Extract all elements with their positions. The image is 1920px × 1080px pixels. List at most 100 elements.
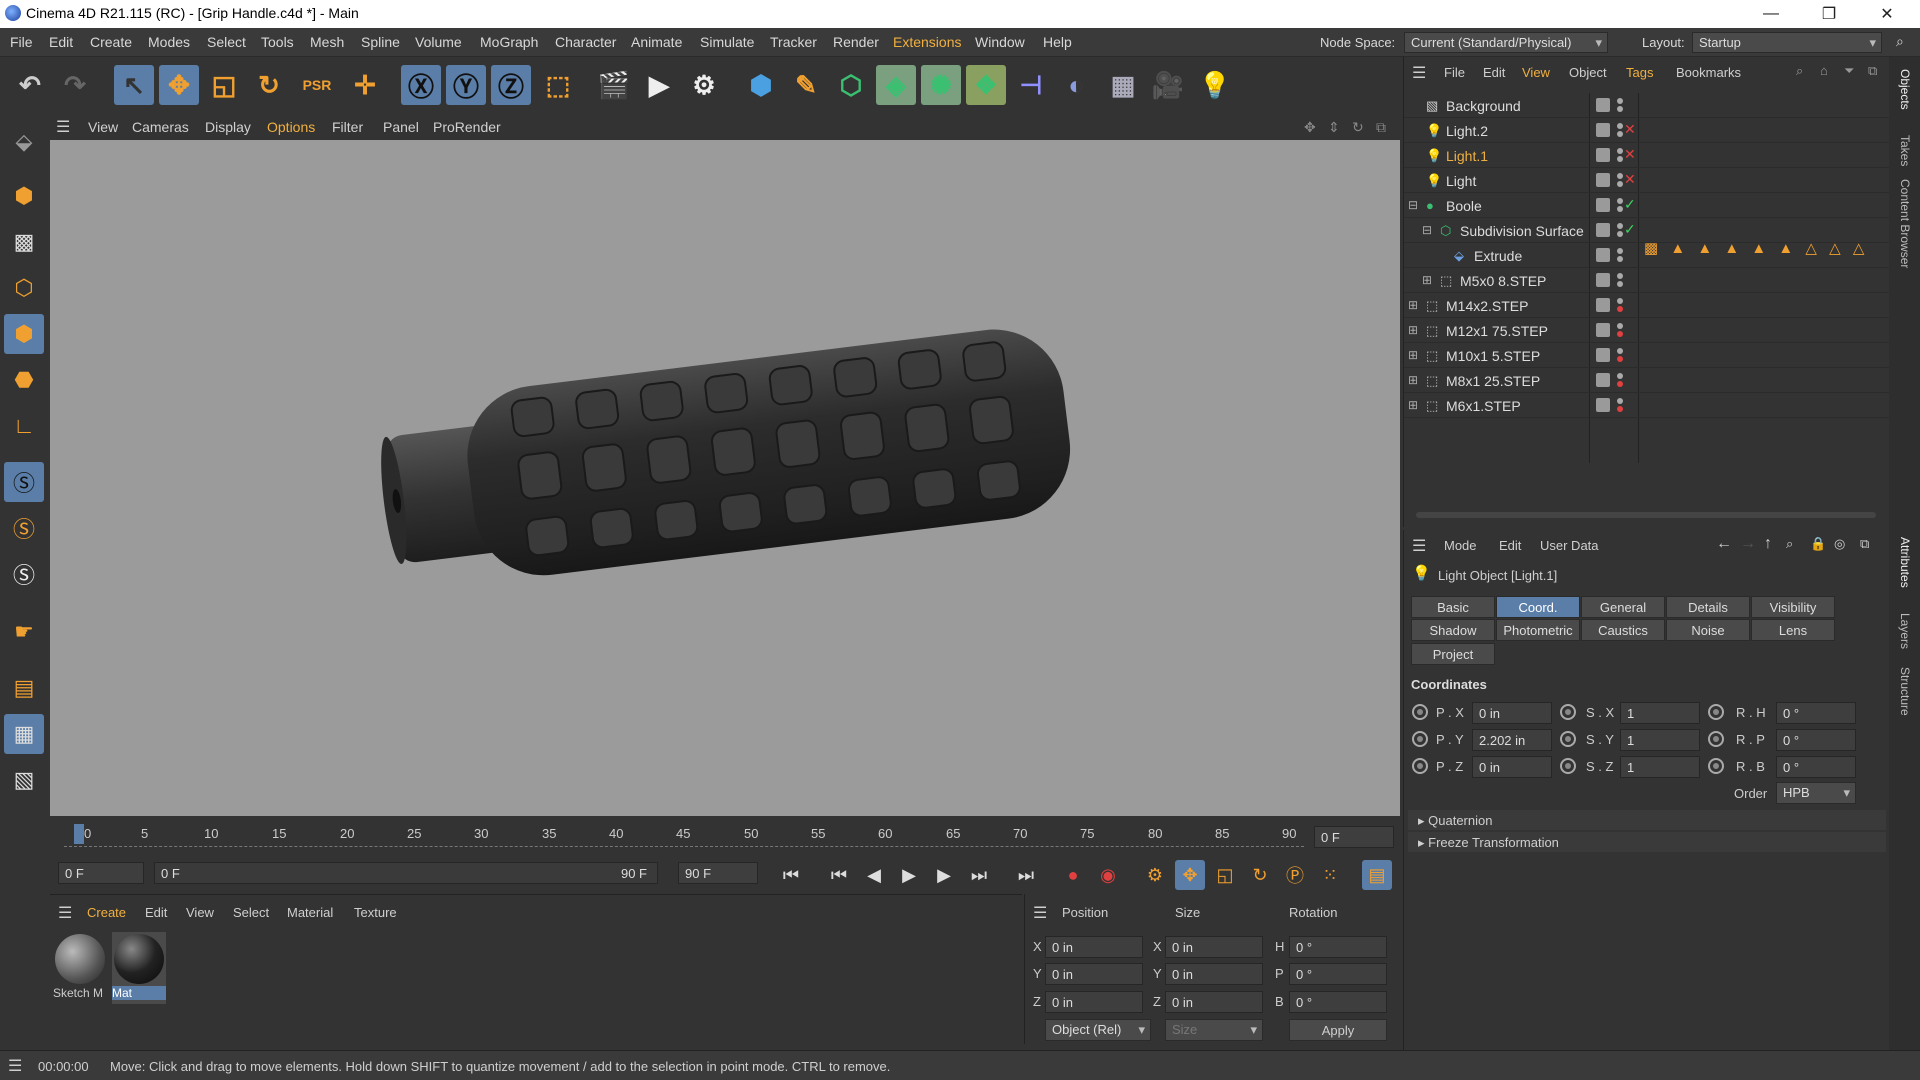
object-name[interactable]: Subdivision Surface — [1460, 223, 1584, 239]
move-tool-icon[interactable]: ✥ — [159, 65, 199, 105]
target-icon[interactable]: ◎ — [1834, 536, 1845, 552]
render-visibility-dot[interactable] — [1617, 231, 1623, 237]
object-name[interactable]: M14x2.STEP — [1446, 298, 1528, 314]
viewport-menu-view[interactable]: View — [88, 119, 118, 135]
pos-x-field[interactable]: 0 in — [1472, 702, 1552, 724]
tweak-icon[interactable]: ☛ — [4, 612, 44, 652]
object-menu-bookmarks[interactable]: Bookmarks — [1676, 65, 1741, 80]
light-icon[interactable]: 💡 — [1195, 65, 1235, 105]
material-mat[interactable]: Mat — [112, 932, 166, 1004]
object-horizontal-scrollbar[interactable] — [1416, 512, 1876, 518]
editor-visibility-dot[interactable] — [1617, 298, 1623, 304]
render-view-icon[interactable]: ▶ — [639, 65, 679, 105]
z-axis-lock-icon[interactable]: Ⓩ — [491, 65, 531, 105]
key-pla-icon[interactable]: ⁙ — [1315, 860, 1345, 890]
mograph-icon[interactable]: ❖ — [966, 65, 1006, 105]
material-hamburger-icon[interactable]: ☰ — [58, 903, 72, 923]
object-name[interactable]: Light — [1446, 173, 1476, 189]
animate-sx-radio[interactable] — [1560, 704, 1576, 720]
render-visibility-dot[interactable] — [1617, 256, 1623, 262]
animate-pz-radio[interactable] — [1412, 758, 1428, 774]
viewport-menu-display[interactable]: Display — [205, 119, 251, 135]
side-tab-attributes[interactable]: Attributes — [1898, 537, 1912, 588]
layer-edit-icon[interactable] — [1596, 373, 1610, 387]
side-tab-layers[interactable]: Layers — [1898, 613, 1912, 649]
menu-tools[interactable]: Tools — [261, 34, 294, 50]
make-editable-icon[interactable]: ⬙ — [4, 122, 44, 162]
attribute-menu-user-data[interactable]: User Data — [1540, 538, 1599, 553]
menu-simulate[interactable]: Simulate — [700, 34, 754, 50]
animate-rb-radio[interactable] — [1708, 758, 1724, 774]
record-icon[interactable]: ● — [1058, 860, 1088, 890]
rot-b-field[interactable]: 0 ° — [1776, 756, 1856, 778]
menu-select[interactable]: Select — [207, 34, 246, 50]
polygons-mode-icon[interactable]: ⬣ — [4, 360, 44, 400]
size-y-field[interactable]: 0 in — [1165, 963, 1263, 985]
viewport-hamburger-icon[interactable]: ☰ — [56, 117, 70, 137]
size-z-field[interactable]: 0 in — [1165, 991, 1263, 1013]
undo-icon[interactable]: ↶ — [10, 65, 50, 105]
tab-details[interactable]: Details — [1666, 596, 1750, 618]
extrude-generator-icon[interactable]: ◈ — [876, 65, 916, 105]
coord-hamburger-icon[interactable]: ☰ — [1033, 903, 1047, 923]
render-visibility-dot[interactable] — [1617, 106, 1623, 112]
menu-create[interactable]: Create — [90, 34, 132, 50]
search-icon[interactable]: ⌕ — [1896, 33, 1904, 50]
object-name[interactable]: Light.2 — [1446, 123, 1488, 139]
object-name[interactable]: Light.1 — [1446, 148, 1488, 164]
editor-visibility-dot[interactable] — [1617, 248, 1623, 254]
editor-visibility-dot[interactable] — [1617, 123, 1623, 129]
object-name[interactable]: Extrude — [1474, 248, 1522, 264]
object-row[interactable]: ⊞ ⬚ M12x1 75.STEP — [1404, 318, 1890, 343]
object-name[interactable]: M10x1 5.STEP — [1446, 348, 1540, 364]
render-region-icon[interactable]: 🎬 — [594, 65, 634, 105]
material-menu-texture[interactable]: Texture — [354, 905, 397, 920]
tab-basic[interactable]: Basic — [1411, 596, 1495, 618]
object-row[interactable]: ⊞ ⬚ M5x0 8.STEP — [1404, 268, 1890, 293]
key-scale-icon[interactable]: ◱ — [1210, 860, 1240, 890]
render-visibility-dot[interactable] — [1617, 156, 1623, 162]
object-row[interactable]: ⊞ ⬚ M10x1 5.STEP — [1404, 343, 1890, 368]
key-position-icon[interactable]: ✥ — [1175, 860, 1205, 890]
animate-rh-radio[interactable] — [1708, 704, 1724, 720]
menu-animate[interactable]: Animate — [631, 34, 682, 50]
pos-y-field[interactable]: 2.202 in — [1472, 729, 1552, 751]
axis-mode-icon[interactable]: ∟ — [4, 406, 44, 446]
tab-lens[interactable]: Lens — [1751, 619, 1835, 641]
material-menu-create[interactable]: Create — [87, 905, 126, 920]
timeline-ruler[interactable]: 0 5 10 15 20 25 30 35 40 45 50 55 60 65 … — [50, 818, 1400, 856]
tab-visibility[interactable]: Visibility — [1751, 596, 1835, 618]
editor-visibility-dot[interactable] — [1617, 173, 1623, 179]
pen-spline-icon[interactable]: ✎ — [786, 65, 826, 105]
rotation-order-dropdown[interactable]: HPB — [1776, 782, 1856, 804]
expand-toggle-icon[interactable] — [1436, 248, 1450, 262]
current-frame-field[interactable]: 0 F — [1314, 826, 1394, 848]
subdivision-surface-icon[interactable]: ⬡ — [831, 65, 871, 105]
rotation-b-field[interactable]: 0 ° — [1289, 991, 1387, 1013]
render-visibility-dot[interactable] — [1617, 131, 1623, 137]
pos-z-field[interactable]: 0 in — [1472, 756, 1552, 778]
layer-edit-icon[interactable] — [1596, 298, 1610, 312]
layer-edit-icon[interactable] — [1596, 348, 1610, 362]
coordinate-system-icon[interactable]: ⬚ — [538, 65, 578, 105]
live-selection-icon[interactable]: ↖ — [114, 65, 154, 105]
menu-volume[interactable]: Volume — [415, 34, 462, 50]
extrude-tags[interactable]: ▩ ▲ ▲ ▲ ▲ ▲ △ △ △ — [1644, 239, 1884, 257]
expand-toggle-icon[interactable]: ⊟ — [1408, 198, 1422, 212]
layer-edit-icon[interactable] — [1596, 173, 1610, 187]
menu-mograph[interactable]: MoGraph — [480, 34, 538, 50]
object-menu-object[interactable]: Object — [1569, 65, 1607, 80]
scale-z-field[interactable]: 1 — [1620, 756, 1700, 778]
object-row[interactable]: ▧ Background — [1404, 93, 1890, 118]
viewport-menu-cameras[interactable]: Cameras — [132, 119, 189, 135]
menu-mesh[interactable]: Mesh — [310, 34, 344, 50]
viewport-maximize-icon[interactable]: ⧉ — [1376, 119, 1386, 136]
material-sketch[interactable]: Sketch M — [53, 932, 107, 1004]
object-name[interactable]: M12x1 75.STEP — [1446, 323, 1548, 339]
cloner-icon[interactable]: ✺ — [921, 65, 961, 105]
material-menu-select[interactable]: Select — [233, 905, 269, 920]
tab-coord[interactable]: Coord. — [1496, 596, 1580, 618]
snap-enable-icon[interactable]: Ⓢ — [4, 554, 44, 594]
menu-file[interactable]: File — [10, 34, 33, 50]
disabled-x-icon[interactable]: ✕ — [1624, 146, 1636, 163]
